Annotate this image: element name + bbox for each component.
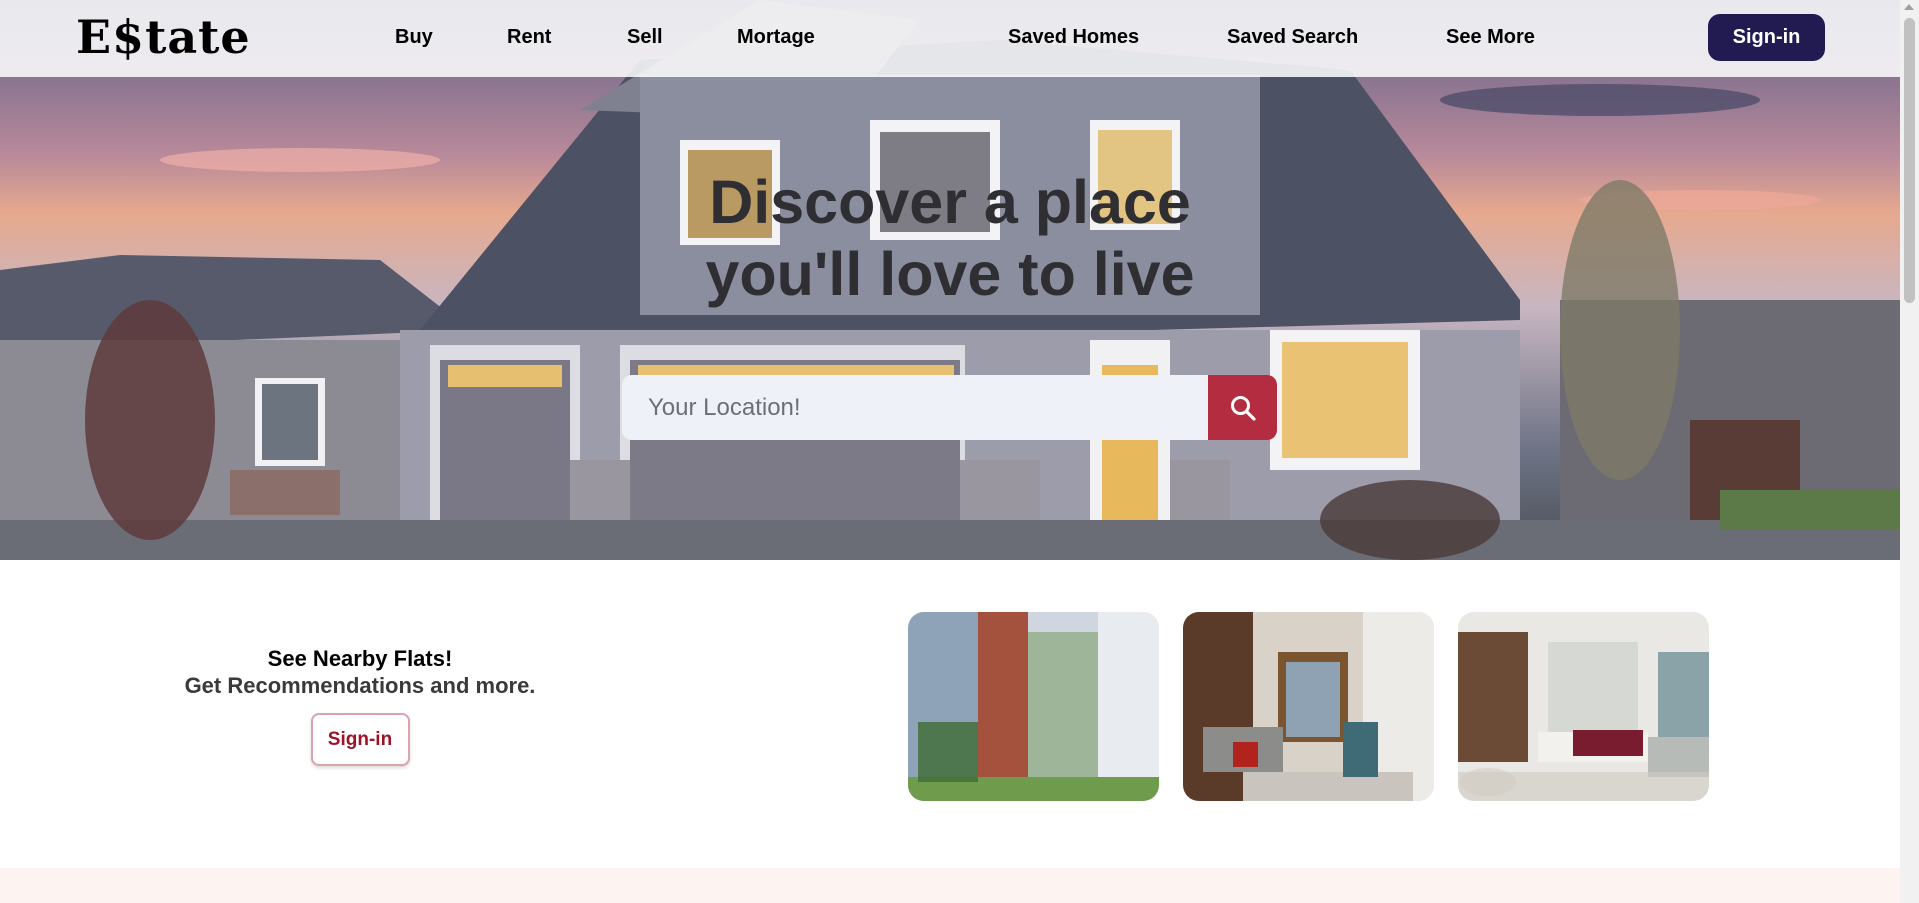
balcony-photo — [908, 612, 1159, 801]
nav-link-buy[interactable]: Buy — [395, 26, 433, 49]
hero-banner: E$tate Buy Rent Sell Mortage Saved Homes… — [0, 0, 1900, 560]
open-plan-lounge-photo — [1458, 612, 1709, 801]
search-icon — [1230, 395, 1256, 421]
search-button[interactable] — [1208, 375, 1277, 440]
nav-link-saved-search[interactable]: Saved Search — [1227, 26, 1358, 49]
living-room-photo — [1183, 612, 1434, 801]
gallery-thumb-lounge[interactable] — [1458, 612, 1709, 801]
scrollbar-thumb[interactable] — [1904, 18, 1915, 303]
hero-headline: Discover a place you'll love to live — [600, 166, 1300, 310]
nav-signin-button[interactable]: Sign-in — [1708, 14, 1825, 61]
hero-headline-line1: Discover a place — [709, 168, 1191, 236]
nav-link-see-more[interactable]: See More — [1446, 26, 1535, 49]
promo-title: See Nearby Flats! — [267, 646, 453, 671]
top-navbar: E$tate Buy Rent Sell Mortage Saved Homes… — [0, 0, 1900, 77]
nav-link-mortage[interactable]: Mortage — [737, 26, 815, 49]
scroll-up-arrow-icon[interactable] — [1904, 4, 1914, 10]
gallery-thumb-living-room[interactable] — [1183, 612, 1434, 801]
promo-signin-button[interactable]: Sign-in — [310, 713, 410, 766]
location-search — [622, 375, 1277, 440]
location-search-input[interactable] — [622, 375, 1210, 440]
hero-headline-line2: you'll love to live — [705, 240, 1195, 308]
next-section-band — [0, 868, 1900, 903]
nav-link-sell[interactable]: Sell — [627, 26, 663, 49]
promo-subtitle: Get Recommendations and more. — [184, 673, 536, 698]
gallery-thumb-balcony[interactable] — [908, 612, 1159, 801]
nearby-flats-promo: See Nearby Flats! Get Recommendations an… — [140, 645, 580, 766]
nav-link-saved-homes[interactable]: Saved Homes — [1008, 26, 1139, 49]
brand-logo[interactable]: E$tate — [76, 10, 251, 64]
nav-link-rent[interactable]: Rent — [507, 26, 551, 49]
